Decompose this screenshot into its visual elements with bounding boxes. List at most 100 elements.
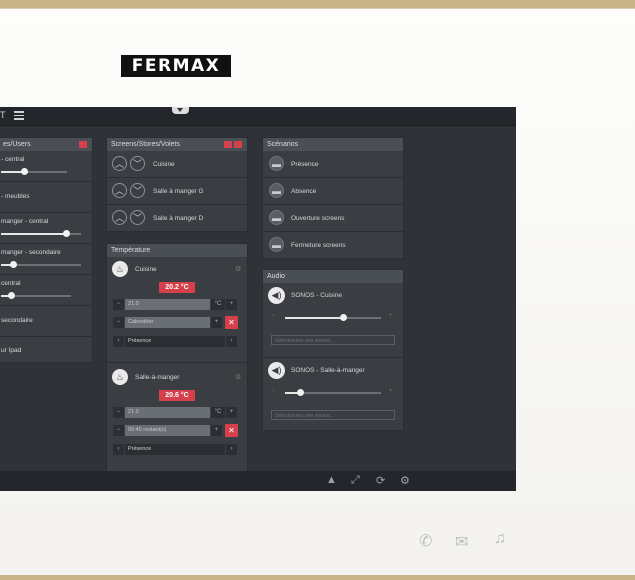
panel-title: Scénarios [267,141,299,148]
light-slider[interactable] [1,261,81,268]
unit-label: °C [211,407,225,418]
chevron-up-icon[interactable]: ︿ [112,210,127,225]
chevron-up-icon[interactable]: ︿ [112,156,127,171]
setpoint-field[interactable]: 21.0 [125,299,210,310]
next-button[interactable]: › [226,444,237,455]
bell-icon[interactable]: ♫ [494,530,506,548]
phone-icon[interactable]: ✆ [419,531,432,551]
increase-button[interactable]: + [211,317,222,328]
panel-title: Audio [267,273,285,280]
volume-down-icon[interactable]: − [271,313,275,319]
increase-button[interactable]: + [226,407,237,418]
preset-field[interactable]: Présence [125,444,225,455]
scenarios-panel: Scénarios ▬ Présence ▬ Absence ▬ Ouvertu… [262,137,404,259]
temperature-zone: ♨ Salle-à-manger ⚙ 20.6 °C − 21.0 °C + −… [107,363,247,468]
scenario-label: Fermeture screens [291,242,346,249]
top-bar-title: T [0,110,6,120]
chevron-down-icon[interactable]: ﹀ [130,156,145,171]
cancel-button[interactable]: ✕ [225,424,238,437]
light-label: secondaire [1,317,33,324]
envelope-icon[interactable]: ✉ [455,532,468,552]
cancel-button[interactable]: ✕ [225,316,238,329]
close-icon[interactable] [234,141,242,148]
light-row: central [0,275,92,306]
unit-label: °C [211,299,225,310]
speaker-icon[interactable]: ◀) [268,287,285,304]
close-icon[interactable] [79,141,87,148]
lights-panel: es/Users - central - meubles manger - ce… [0,137,93,363]
volume-down-icon[interactable]: − [271,388,275,394]
scenario-row[interactable]: ▬ Ouverture screens [263,205,403,232]
current-temperature: 20.6 °C [159,390,195,401]
gear-icon[interactable]: ⚙ [400,474,410,487]
light-label: - meubles [1,193,30,200]
preset-field[interactable]: Présence [125,336,225,347]
volume-up-icon[interactable]: + [389,388,393,394]
panel-title: Screens/Stores/Volets [111,141,180,148]
chevron-down-icon[interactable]: ﹀ [130,183,145,198]
settings-icon[interactable]: ⚙ [235,373,241,381]
settings-icon[interactable]: ⚙ [235,265,241,273]
fullscreen-icon[interactable]: ⤢ [351,474,360,487]
scenario-row[interactable]: ▬ Fermeture screens [263,232,403,258]
chevron-down-icon[interactable] [172,107,189,114]
zone-name: Salle-à-manger [135,374,180,381]
increase-button[interactable]: + [226,299,237,310]
chevron-up-icon[interactable]: ︿ [112,183,127,198]
light-row[interactable]: secondaire [0,306,92,337]
scenario-icon: ▬ [269,183,284,198]
light-row[interactable]: ur Ipad [0,337,92,365]
scenario-label: Ouverture screens [291,215,345,222]
flame-icon: ♨ [112,369,128,385]
panel-title: es/Users [3,141,31,148]
increase-button[interactable]: + [211,425,222,436]
source-select[interactable]: Sélectionnez une source... [271,410,395,420]
light-label: central [1,280,21,287]
close-icon[interactable] [224,141,232,148]
temperature-panel: Température ♨ Cuisine ⚙ 20.2 °C − 21.0 °… [106,243,248,475]
panel-header: Température [107,244,247,257]
light-slider[interactable] [1,230,81,237]
volume-slider[interactable] [285,314,381,321]
panel-header: Screens/Stores/Volets [107,138,247,151]
decrease-button[interactable]: − [113,317,124,328]
shutter-row: ︿ ﹀ Salle à manger G [107,178,247,205]
temperature-zone: ♨ Cuisine ⚙ 20.2 °C − 21.0 °C + − Calend… [107,257,247,363]
volume-slider[interactable] [285,389,381,396]
light-row: manger - secondaire [0,244,92,275]
previous-button[interactable]: ‹ [113,444,124,455]
light-row[interactable]: - meubles [0,182,92,213]
light-label: manger - central [1,218,49,225]
light-label: ur Ipad [1,347,22,354]
chevron-down-icon[interactable]: ﹀ [130,210,145,225]
light-slider[interactable] [1,168,67,175]
scenario-label: Présence [291,161,319,168]
source-select[interactable]: Sélectionnez une source... [271,335,395,345]
decrease-button[interactable]: − [113,299,124,310]
previous-button[interactable]: ‹ [113,336,124,347]
setpoint-field[interactable]: 21.0 [125,407,210,418]
speaker-icon[interactable]: ◀) [268,362,285,379]
scenario-row[interactable]: ▬ Absence [263,178,403,205]
light-row: - central [0,151,92,182]
next-button[interactable]: › [226,336,237,347]
mode-field[interactable]: Calendrier [125,317,210,328]
screen: T es/Users - central - meubles manger - … [0,107,516,491]
light-slider[interactable] [1,292,71,299]
mode-field[interactable]: 00:45 restant(s) [125,425,210,436]
panel-title: Température [111,247,151,254]
refresh-icon[interactable]: ⟳ [376,474,385,487]
light-label: - central [1,156,25,163]
decrease-button[interactable]: − [113,407,124,418]
bell-icon[interactable]: ▲ [326,474,337,486]
decrease-button[interactable]: − [113,425,124,436]
audio-player: ◀) SONOS - Cuisine − + Sélectionnez une … [263,283,403,358]
panel-header: es/Users [0,138,92,151]
scenario-icon: ▬ [269,237,284,252]
menu-icon[interactable] [14,111,24,122]
shutter-row: ︿ ﹀ Cuisine [107,151,247,178]
panel-header: Audio [263,270,403,283]
scenario-row[interactable]: ▬ Présence [263,151,403,178]
panel-header: Scénarios [263,138,403,151]
volume-up-icon[interactable]: + [389,313,393,319]
